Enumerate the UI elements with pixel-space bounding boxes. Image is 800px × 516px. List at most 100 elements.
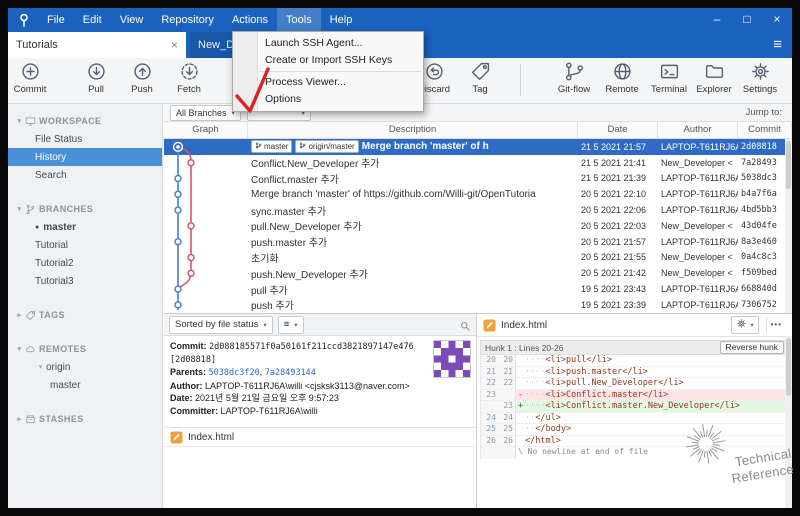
menu-item-create-or-import-ssh-keys[interactable]: Create or Import SSH Keys (233, 52, 423, 69)
sidebar-item-history[interactable]: History (8, 148, 162, 166)
sidebar-item-tutorial2[interactable]: Tutorial2 (8, 254, 162, 272)
file-list-item[interactable]: Index.html (164, 428, 476, 447)
tag-icon (25, 310, 39, 321)
commit-row[interactable]: Conflict.New_Developer 추가 21 5 2021 21:41… (164, 155, 792, 171)
menu-item-options[interactable]: Options (233, 91, 423, 108)
sidebar: ▾ WORKSPACE File Status History Search ▾ BRANC… (8, 104, 163, 508)
monitor-icon (25, 116, 39, 127)
parent-commit-link[interactable]: 7a28493144 (265, 368, 316, 378)
menu-separator (259, 71, 421, 72)
menubar-item-edit[interactable]: Edit (74, 8, 111, 32)
commit-description: sync.master 추가 (248, 203, 578, 218)
menubar-item-repository[interactable]: Repository (152, 8, 223, 32)
sidebar-section-branches[interactable]: ▾ BRANCHES (8, 200, 162, 218)
sidebar-section-stashes[interactable]: ▸ STASHES (8, 410, 162, 428)
column-header-commit[interactable]: Commit (738, 122, 792, 138)
gitflow-icon (564, 61, 585, 82)
changed-files-list: Index.html (164, 428, 476, 447)
commit-row[interactable]: push.New_Developer 추가 20 5 2021 21:42 New_… (164, 265, 792, 281)
hamburger-menu-icon[interactable]: ≡ (773, 32, 782, 58)
branch-icon (299, 142, 306, 151)
minimize-button[interactable]: – (702, 8, 732, 32)
diff-marker (518, 355, 525, 366)
commit-date: 21 5 2021 21:39 (581, 173, 647, 184)
sidebar-item-tutorial3[interactable]: Tutorial3 (8, 272, 162, 290)
sidebar-label: Search (35, 169, 67, 181)
code-text: </body> (535, 424, 572, 434)
column-header-date[interactable]: Date (578, 122, 658, 138)
toolbar-settings-button[interactable]: Settings (732, 61, 788, 95)
menubar-item-view[interactable]: View (111, 8, 153, 32)
sidebar-label: master (50, 379, 81, 391)
commit-row[interactable]: push.master 추가 20 5 2021 21:57 LAPTOP-T611… (164, 234, 792, 250)
chevron-down-icon: ▾ (17, 206, 22, 213)
column-header-author[interactable]: Author (658, 122, 738, 138)
diff-options-button[interactable]: ▾ (731, 316, 759, 334)
reverse-hunk-button[interactable]: Reverse hunk (719, 341, 784, 354)
commit-row[interactable]: Merge branch 'master' of https://github.… (164, 186, 792, 202)
parent-commit-link[interactable]: 5038dc3f20 (209, 368, 260, 378)
menubar-item-actions[interactable]: Actions (223, 8, 277, 32)
commit-row[interactable]: pull 추가 19 5 2021 23:43 LAPTOP-T611RJ6A 668… (164, 281, 792, 297)
sort-dropdown[interactable]: Sorted by file status ▾ (169, 315, 273, 334)
branch-filter-dropdown[interactable]: All Branches ▾ (170, 104, 241, 121)
list-options-dropdown[interactable]: ≡ ▾ (277, 315, 304, 334)
tab-tutorials[interactable]: Tutorials × (8, 32, 186, 58)
menu-item-process-viewer[interactable]: Process Viewer... (233, 74, 423, 91)
commit-row[interactable]: Conflict.master 추가 21 5 2021 21:39 LAPTOP-… (164, 171, 792, 187)
new-line-number (498, 389, 516, 400)
sidebar-section-remotes[interactable]: ▾ REMOTES (8, 340, 162, 358)
maximize-button[interactable]: □ (732, 8, 762, 32)
commit-description: pull 추가 (248, 282, 578, 297)
commit-date: 19 5 2021 23:43 (581, 284, 647, 295)
sidebar-item-tutorial[interactable]: Tutorial (8, 236, 162, 254)
menubar: File Edit View Repository Actions Tools Help (38, 8, 361, 32)
scrollbar-thumb[interactable] (786, 338, 791, 396)
diff-scrollbar[interactable] (785, 336, 792, 508)
branch-badge: origin/master (295, 140, 359, 154)
branch-badge: master (251, 140, 293, 154)
diff-marker (518, 436, 525, 447)
commit-row[interactable]: pull.New_Developer 추가 20 5 2021 22:03 New_… (164, 218, 792, 234)
chevron-down-icon: ▾ (294, 321, 298, 329)
toolbar-fetch-button[interactable]: Fetch (161, 61, 217, 95)
toolbar-tag-button[interactable]: Tag (452, 61, 508, 95)
menubar-item-help[interactable]: Help (321, 8, 362, 32)
search-icon[interactable] (459, 319, 471, 331)
menu-item-launch-ssh-agent[interactable]: Launch SSH Agent... (233, 35, 423, 52)
toolbar-button-label: Fetch (177, 84, 201, 95)
toolbar-commit-button[interactable]: Commit (2, 61, 58, 95)
diff-line: 26 26 </html> (481, 435, 788, 447)
branch-icon (255, 142, 262, 151)
commit-row[interactable]: master origin/master Merge branch 'master'… (164, 139, 792, 155)
sidebar-item-master[interactable]: master (8, 376, 162, 394)
description-text: push.master 추가 (251, 238, 328, 250)
sidebar-section-workspace[interactable]: ▾ WORKSPACE (8, 112, 162, 130)
commit-details: Commit: 2d088185571f0a50161f211ccd382189… (164, 336, 476, 428)
whitespace-dots: ···· (525, 389, 546, 400)
branch-badge-label: master (264, 142, 289, 152)
sidebar-section-tags[interactable]: ▸ TAGS (8, 306, 162, 324)
sidebar-item-origin[interactable]: ▾ origin (8, 358, 162, 376)
commit-row[interactable]: 초기화 20 5 2021 21:55 New_Developer < 0a4c8c3 (164, 250, 792, 266)
sidebar-item-search[interactable]: Search (8, 166, 162, 184)
more-options-button[interactable]: ••• (765, 317, 786, 333)
commit-hash: 4bd5bb3 (741, 205, 777, 216)
column-header-description[interactable]: Description (248, 122, 578, 138)
commit-row[interactable]: sync.master 추가 20 5 2021 22:06 LAPTOP-T611… (164, 202, 792, 218)
menubar-item-tools[interactable]: Tools (277, 8, 321, 32)
diff-line: 23 - ···· <li>Conflict.master</li> (481, 389, 788, 401)
description-text: sync.master 추가 (251, 206, 327, 218)
new-line-number: 25 (498, 424, 516, 435)
column-header-graph[interactable]: Graph (164, 122, 248, 138)
sidebar-item-master[interactable]: ● master (8, 218, 162, 236)
commit-author: LAPTOP-T611RJ6A (661, 173, 738, 184)
close-button[interactable]: × (762, 8, 792, 32)
commit-row[interactable]: push 추가 19 5 2021 23:39 LAPTOP-T611RJ6A 730… (164, 297, 792, 313)
commits-scrollbar[interactable] (785, 139, 792, 313)
tab-close-icon[interactable]: × (171, 38, 178, 52)
scrollbar-thumb[interactable] (786, 141, 791, 189)
file-name: Index.html (188, 431, 235, 443)
menubar-item-file[interactable]: File (38, 8, 74, 32)
sidebar-item-file-status[interactable]: File Status (8, 130, 162, 148)
